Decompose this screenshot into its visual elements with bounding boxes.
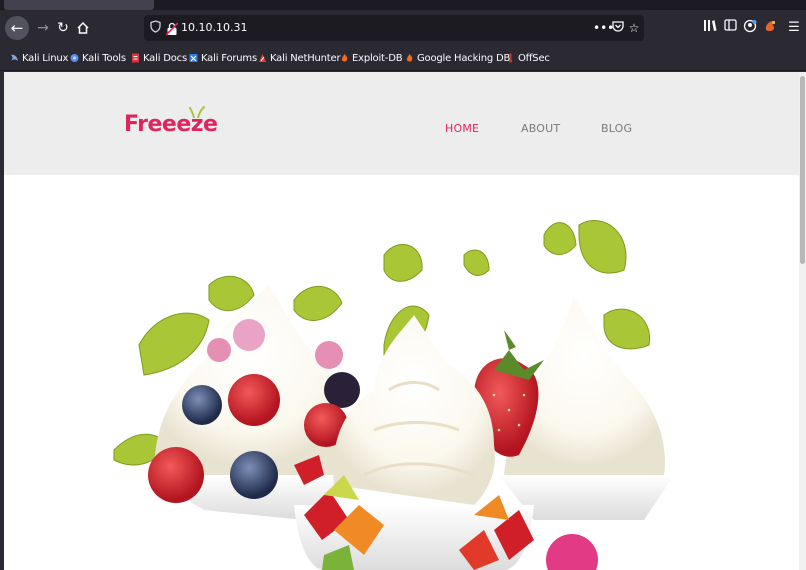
extension-icon[interactable] [762,19,778,37]
kali-tools-icon [70,54,79,62]
bookmark-label: Kali Linux [22,52,69,64]
back-button[interactable]: ← [5,16,29,40]
bookmark-kali-linux[interactable]: Kali Linux [10,51,68,65]
bookmark-offsec[interactable]: OffSec [506,51,550,65]
kali-docs-icon [132,53,139,63]
nethunter-icon [259,54,266,62]
insecure-lock-icon[interactable] [165,21,179,36]
bookmark-label: Kali Forums [201,52,257,64]
reload-button[interactable]: ↻ [52,17,74,39]
sidebar-icon[interactable] [722,19,738,37]
page-actions-icon[interactable]: ••• [593,20,614,36]
bookmark-kali-docs[interactable]: Kali Docs [131,51,187,65]
reload-icon: ↻ [57,20,69,36]
bookmark-kali-nethunter[interactable]: Kali NetHunter [258,51,341,65]
nav-blog-link[interactable]: BLOG [601,122,632,135]
frozen-yogurt-hero-image [4,175,799,570]
home-icon [77,21,89,34]
bookmark-label: OffSec [518,52,550,64]
home-button[interactable] [72,17,94,39]
bookmark-label: Kali NetHunter [270,52,341,64]
bookmark-exploit-db[interactable]: Exploit-DB [340,51,403,65]
bookmark-star-icon[interactable]: ☆ [626,20,642,36]
account-icon[interactable] [742,19,758,37]
bookmark-label: Google Hacking DB [417,52,511,64]
nav-about-link[interactable]: ABOUT [521,122,560,135]
forward-button[interactable]: → [32,17,54,39]
bookmark-google-hacking-db[interactable]: Google Hacking DB [405,51,510,65]
bookmark-kali-forums[interactable]: Kali Forums [189,51,257,65]
hero-banner [4,175,799,570]
scrollbar-thumb[interactable] [800,76,805,264]
address-bar[interactable]: ••• ☆ [144,15,644,41]
bookmark-label: Kali Docs [143,52,187,64]
arrow-left-icon: ← [10,19,24,37]
bookmark-kali-tools[interactable]: Kali Tools [70,51,126,65]
watermark: 先知社区 [664,533,777,563]
nav-home-link[interactable]: HOME [445,122,479,135]
exploit-db-icon [341,54,348,62]
site-header: Freeeze HOME ABOUT BLOG [4,72,799,175]
kali-forums-icon [189,54,198,62]
url-input[interactable] [181,15,481,41]
pocket-icon[interactable] [610,20,626,36]
library-icon[interactable] [702,19,718,37]
sprout-icon [189,106,205,118]
tab-strip [0,0,806,10]
bookmark-label: Kali Tools [82,52,126,64]
ghdb-icon [406,54,413,62]
offsec-icon [508,53,513,63]
menu-icon[interactable]: ☰ [786,19,802,37]
bookmark-label: Exploit-DB [352,52,403,64]
navigation-toolbar: ← → ↻ ••• ☆ ☰ [0,10,806,46]
tracking-shield-icon[interactable] [150,20,162,36]
page-scrollbar[interactable] [799,72,806,570]
kali-dragon-icon [11,54,18,61]
active-tab[interactable] [4,0,154,10]
arrow-right-icon: → [37,20,49,36]
bookmarks-toolbar: Kali Linux Kali Tools Kali Docs Kali For… [0,46,806,71]
page-viewport[interactable]: Freeeze HOME ABOUT BLOG 先知社区 [4,72,799,570]
